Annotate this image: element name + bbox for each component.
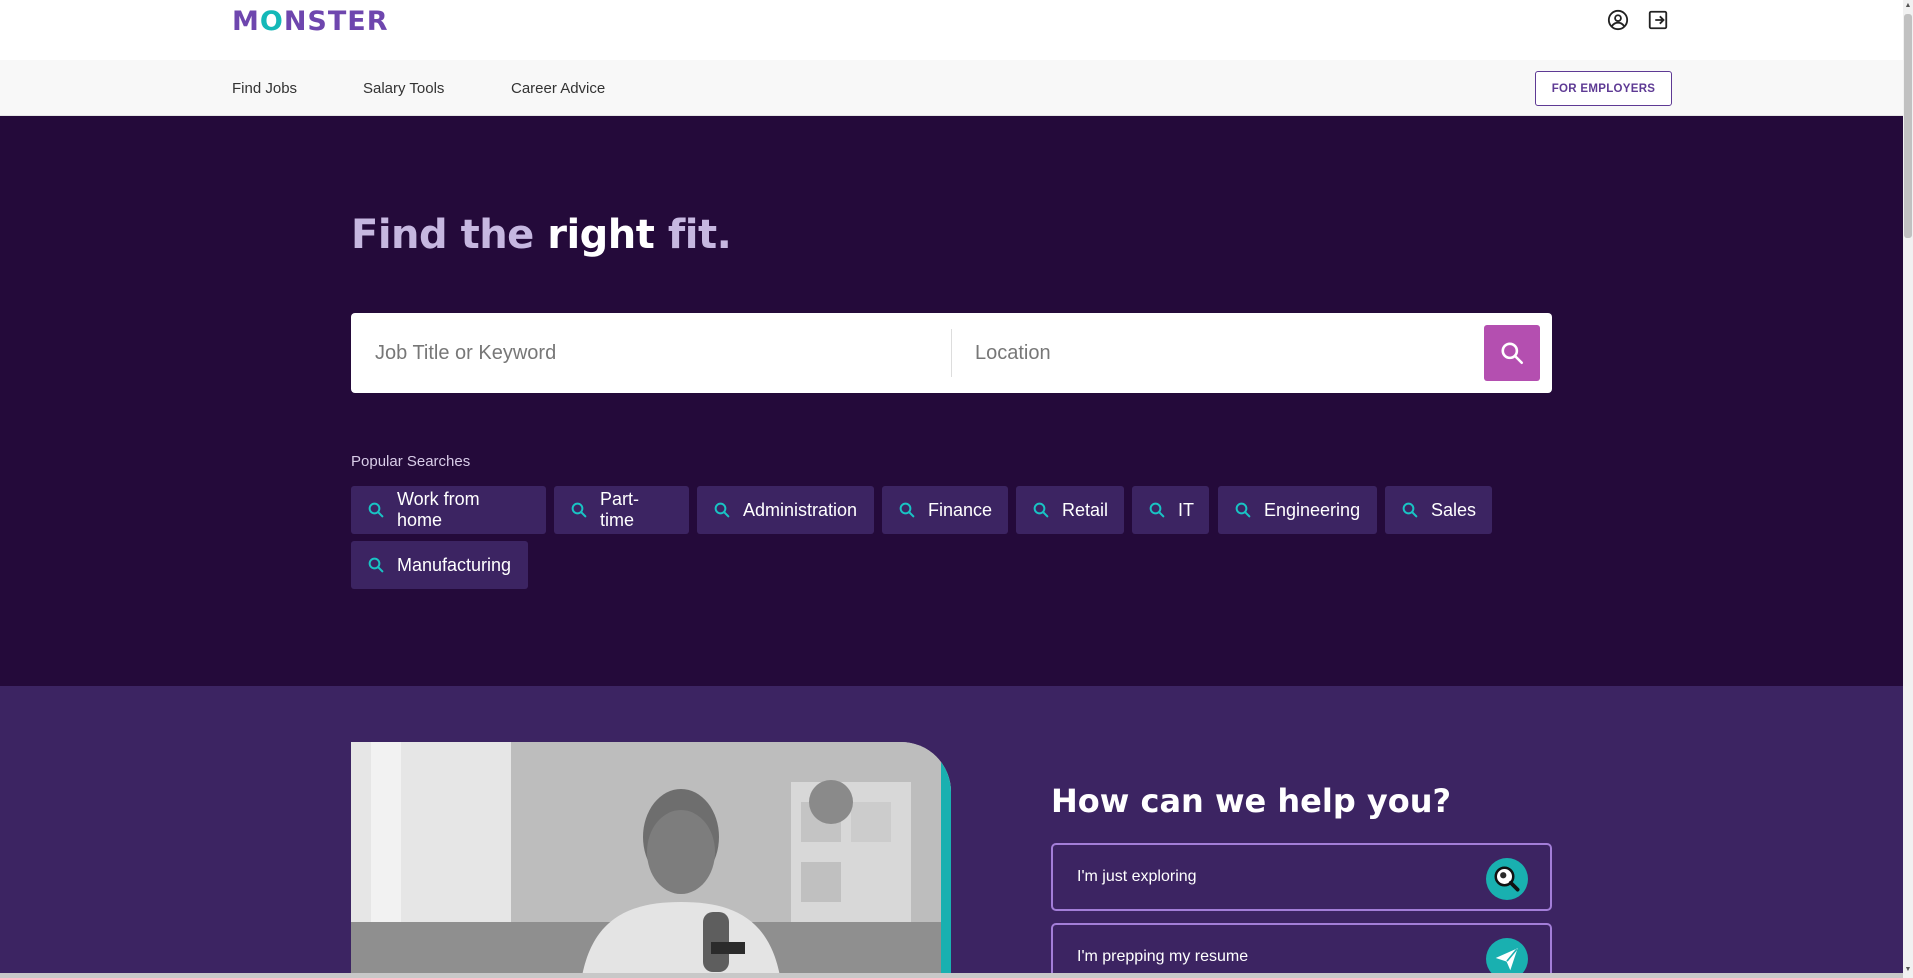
popular-search-chip[interactable]: Sales — [1385, 486, 1492, 534]
nav-salary-tools[interactable]: Salary Tools — [363, 80, 444, 97]
help-option-label: I'm just exploring — [1077, 868, 1197, 885]
scroll-down-arrow-icon[interactable]: ▼ — [1903, 964, 1913, 976]
job-search-form — [351, 313, 1552, 393]
keyword-input[interactable] — [375, 313, 935, 393]
chip-label: Administration — [743, 499, 858, 520]
search-icon — [899, 502, 915, 518]
search-icon — [1149, 502, 1165, 518]
vertical-scrollbar[interactable]: ▲ ▼ — [1903, 0, 1913, 978]
search-icon — [368, 502, 384, 518]
popular-search-chip[interactable]: Manufacturing — [351, 541, 528, 589]
monster-logo[interactable]: MONSTER — [232, 6, 389, 37]
location-input[interactable] — [975, 313, 1475, 393]
help-title: How can we help you? — [1051, 782, 1452, 820]
chip-label: Sales — [1431, 499, 1477, 520]
photo-illustration — [351, 742, 951, 978]
magnifier-icon — [1486, 858, 1528, 900]
scroll-up-arrow-icon[interactable]: ▲ — [1903, 0, 1913, 12]
scroll-thumb[interactable] — [1904, 14, 1912, 238]
search-divider — [951, 329, 952, 377]
nav-find-jobs[interactable]: Find Jobs — [232, 80, 297, 97]
headline-post: fit. — [654, 212, 732, 258]
chip-label: Engineering — [1264, 499, 1361, 520]
popular-search-chip[interactable]: IT — [1132, 486, 1209, 534]
top-header: MONSTER — [0, 0, 1903, 60]
search-icon — [714, 502, 730, 518]
popular-search-chip[interactable]: Administration — [697, 486, 874, 534]
popular-search-chip[interactable]: Part-time — [554, 486, 689, 534]
chip-label: Manufacturing — [397, 554, 512, 575]
popular-search-chip[interactable]: Engineering — [1218, 486, 1377, 534]
hero-headline: Find the right fit. — [351, 212, 732, 258]
headline-strong: right — [547, 212, 655, 258]
search-icon — [571, 502, 587, 518]
hero-section: Find the right fit. Popular Searches Wor… — [0, 116, 1903, 686]
headline-pre: Find the — [351, 212, 548, 258]
popular-searches-label: Popular Searches — [351, 453, 471, 470]
horizontal-scrollbar[interactable] — [0, 973, 1903, 978]
help-section: How can we help you? I'm just exploring … — [0, 686, 1903, 978]
logo-letter-m: M — [232, 6, 260, 37]
header-icons — [1606, 8, 1670, 32]
sign-out-icon[interactable] — [1646, 8, 1670, 32]
popular-search-chip[interactable]: Work from home — [351, 486, 546, 534]
for-employers-button[interactable]: FOR EMPLOYERS — [1535, 71, 1672, 106]
search-icon — [368, 557, 384, 573]
search-button[interactable] — [1484, 325, 1540, 381]
search-icon — [1235, 502, 1251, 518]
help-option-exploring[interactable]: I'm just exploring — [1051, 843, 1552, 911]
main-nav: Find Jobs Salary Tools Career Advice FOR… — [0, 60, 1903, 116]
chip-label: Work from home — [397, 489, 480, 530]
nav-career-advice[interactable]: Career Advice — [511, 80, 605, 97]
search-icon — [1501, 342, 1524, 365]
photo-teal-accent — [941, 742, 951, 978]
chip-label: Retail — [1062, 499, 1109, 520]
help-option-label: I'm prepping my resume — [1077, 948, 1249, 965]
popular-search-chip[interactable]: Finance — [882, 486, 1008, 534]
hero-photo-man-on-phone — [351, 742, 951, 978]
logo-letter-o: O — [259, 6, 284, 37]
user-circle-icon[interactable] — [1606, 8, 1630, 32]
search-icon — [1402, 502, 1418, 518]
help-option-resume[interactable]: I'm prepping my resume — [1051, 923, 1552, 978]
chip-label: IT — [1178, 499, 1194, 520]
search-icon — [1033, 502, 1049, 518]
paper-plane-icon — [1486, 938, 1528, 978]
chip-label: Finance — [928, 499, 993, 520]
popular-search-chip[interactable]: Retail — [1016, 486, 1124, 534]
logo-letters-rest: NSTER — [283, 6, 389, 37]
chip-label: Part-time — [600, 489, 640, 530]
